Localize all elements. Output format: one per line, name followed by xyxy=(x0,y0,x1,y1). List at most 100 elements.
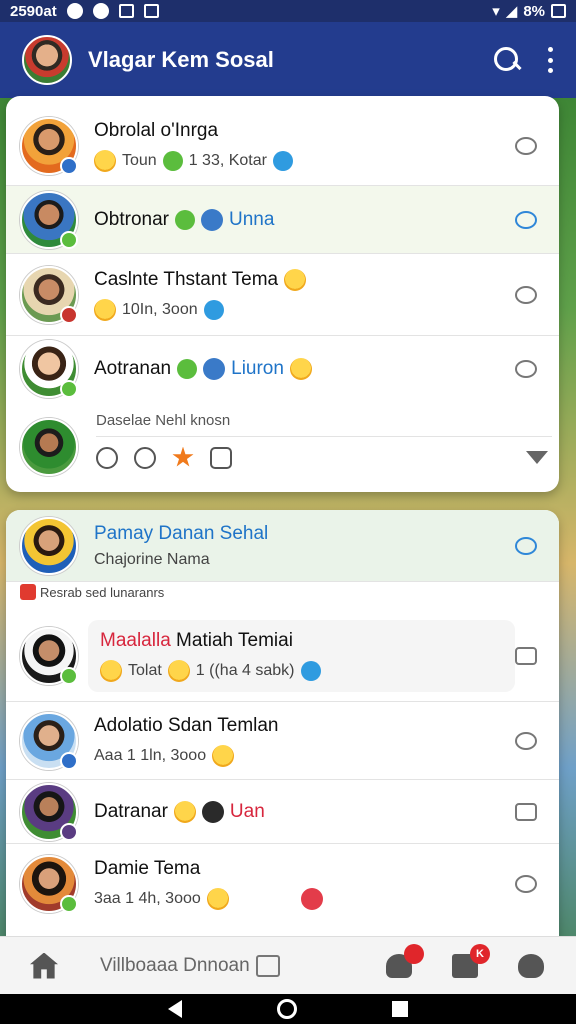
contacts-icon[interactable] xyxy=(384,943,424,980)
status-badge xyxy=(60,822,78,841)
search-icon[interactable] xyxy=(492,45,522,75)
avatar xyxy=(20,626,78,685)
status-badge xyxy=(60,666,78,685)
chat-bubble-icon[interactable] xyxy=(515,875,537,893)
circle-icon[interactable] xyxy=(96,446,118,469)
chat-bubble-icon[interactable] xyxy=(515,360,537,378)
refresh-icon[interactable] xyxy=(134,446,156,469)
avatar xyxy=(20,711,78,770)
chat-row[interactable]: Adolatio Sdan Temlan Aaa 1 1ln, 3ooo xyxy=(6,702,559,780)
app-bar: Vlagar Kem Sosal xyxy=(0,22,576,98)
chat-row[interactable]: Aotranan Liuron xyxy=(6,336,559,402)
emoji-icon xyxy=(284,268,307,291)
chat-list-card-secondary: Pamay Danan Sehal Chajorine Nama Resrab … xyxy=(6,510,559,940)
chat-row[interactable]: Obrolal o'Inrga Toun 1 33, Kotar xyxy=(6,106,559,186)
section-label: Resrab sed lunaranrs xyxy=(20,584,164,600)
more-options-icon[interactable] xyxy=(548,47,554,73)
home-icon[interactable] xyxy=(30,952,58,979)
chat-bubble-icon[interactable] xyxy=(515,285,537,304)
nav-label[interactable]: Villboaaa Dnnoan xyxy=(100,955,250,977)
chat-preview-extra: 1 ((ha 4 sabk) xyxy=(195,661,295,679)
wifi-icon: ▾ xyxy=(492,3,500,20)
status-bar: 2590at ▾ ◢ 8% xyxy=(0,0,576,22)
avatar xyxy=(20,116,78,175)
sticker-icon xyxy=(203,358,226,380)
avatar xyxy=(20,516,78,575)
chat-name: Damie Tema xyxy=(94,858,201,879)
notification-badge xyxy=(404,943,424,964)
chat-row[interactable]: Obtronar Unna xyxy=(6,186,559,254)
message-icon[interactable] xyxy=(515,646,537,665)
emoji-icon xyxy=(94,298,116,321)
inbox-icon[interactable]: K xyxy=(450,943,490,980)
chat-preview: Toun xyxy=(122,151,157,169)
chat-name: Adolatio Sdan Temlan xyxy=(94,714,279,736)
chat-preview: Aaa 1 1ln, 3ooo xyxy=(94,746,207,764)
avatar xyxy=(20,190,78,249)
emoji-icon xyxy=(167,659,190,682)
chat-name: Obtronar xyxy=(94,208,169,230)
verified-icon xyxy=(300,660,321,681)
chat-row[interactable]: Datranar Uan xyxy=(6,780,559,844)
chat-name: Caslnte Thstant Tema xyxy=(94,268,279,290)
chat-row[interactable]: Damie Tema 3aa 1 4h, 3ooo xyxy=(6,844,559,924)
profile-avatar[interactable] xyxy=(22,35,72,85)
chat-row[interactable]: Caslnte Thstant Tema 10In, 3oon xyxy=(6,254,559,336)
chat-bubble-icon[interactable] xyxy=(515,210,537,229)
sticker-icon xyxy=(200,208,223,231)
emoji-icon xyxy=(212,744,235,767)
emoji-icon xyxy=(206,888,229,910)
chat-bubble-icon[interactable] xyxy=(515,136,537,155)
back-icon[interactable] xyxy=(167,1000,182,1018)
section-label-text: Resrab sed lunaranrs xyxy=(40,584,165,600)
chat-row[interactable]: Maalalla Matiah Temiai Tolat 1 ((ha 4 sa… xyxy=(6,610,559,702)
record-icon xyxy=(92,3,109,19)
profile-icon[interactable] xyxy=(516,952,546,980)
chat-row-highlighted[interactable]: Pamay Danan Sehal Chajorine Nama xyxy=(6,510,559,582)
chat-preview: 10In, 3oon xyxy=(122,300,198,318)
flag-icon xyxy=(20,584,36,600)
emoji-icon xyxy=(289,358,312,380)
verified-icon xyxy=(203,299,224,320)
recents-icon[interactable] xyxy=(392,1001,409,1017)
sticker-icon xyxy=(300,888,323,910)
chat-preview: Tolat xyxy=(128,661,162,679)
section-label: Daselae Nehl knosn xyxy=(96,412,231,429)
status-time: 2590at xyxy=(10,2,57,20)
image-icon xyxy=(143,4,159,18)
sticker-icon xyxy=(201,800,224,823)
chat-name: Datranar xyxy=(94,800,168,822)
calendar-icon xyxy=(118,4,134,18)
avatar xyxy=(20,782,78,841)
check-icon xyxy=(177,359,198,379)
chat-tag: Uan xyxy=(229,800,265,822)
camera-icon[interactable] xyxy=(210,446,232,469)
check-icon xyxy=(162,150,183,171)
chat-name-highlight: Maalalla xyxy=(100,629,171,651)
status-badge xyxy=(60,305,78,324)
avatar xyxy=(20,265,78,324)
avatar xyxy=(20,855,78,913)
chat-list-card-primary: Obrolal o'Inrga Toun 1 33, Kotar Obtrona… xyxy=(6,96,559,492)
signal-icon: ◢ xyxy=(505,3,518,20)
star-icon[interactable] xyxy=(172,446,194,467)
chat-bubble-icon[interactable] xyxy=(515,731,537,750)
chat-bubble-icon[interactable] xyxy=(515,536,537,555)
app-title: Vlagar Kem Sosal xyxy=(88,47,274,72)
compose-icon[interactable] xyxy=(255,954,280,977)
avatar[interactable] xyxy=(20,418,78,476)
sync-icon xyxy=(66,3,83,19)
quick-actions-toolbar xyxy=(96,436,552,478)
bottom-navigation: Villboaaa Dnnoan K xyxy=(0,936,576,994)
chat-name: Pamay Danan Sehal xyxy=(94,522,269,544)
battery-icon xyxy=(551,4,566,18)
system-navigation-bar xyxy=(0,994,576,1024)
chat-name: Aotranan xyxy=(94,358,172,379)
message-icon[interactable] xyxy=(515,802,537,821)
chevron-down-icon[interactable] xyxy=(526,451,548,464)
avatar xyxy=(20,340,78,398)
home-button-icon[interactable] xyxy=(276,999,297,1019)
chat-tag: Unna xyxy=(228,208,275,230)
chat-preview: 3aa 1 4h, 3ooo xyxy=(94,890,201,907)
emoji-icon xyxy=(94,149,116,172)
